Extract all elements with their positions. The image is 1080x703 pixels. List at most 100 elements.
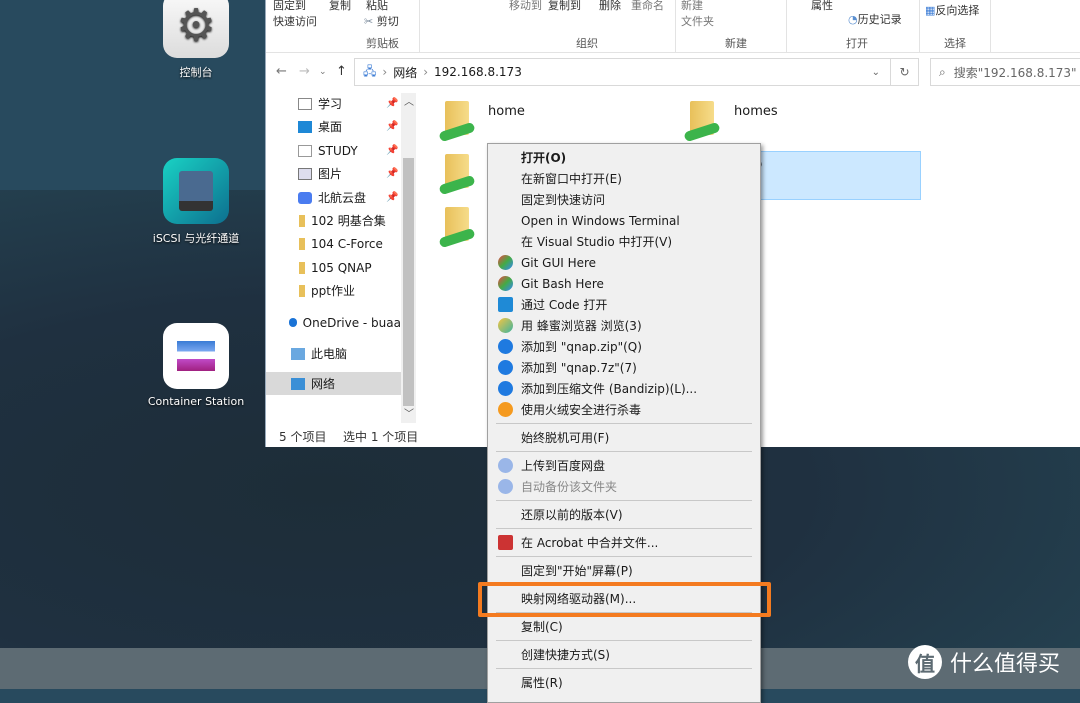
search-icon: ⌕	[939, 64, 946, 79]
pin-icon: 📌	[386, 121, 399, 132]
menu-separator	[496, 528, 752, 529]
folder-name[interactable]: home	[488, 104, 525, 119]
folder-name[interactable]: homes	[734, 104, 778, 119]
paste-button[interactable]: 粘贴	[366, 0, 388, 13]
menu-item-label: 在新窗口中打开(E)	[521, 172, 622, 186]
container-station-icon	[163, 323, 229, 389]
nav-item-folder-102[interactable]: 102 明基合集	[266, 209, 401, 232]
menu-item-label: 自动备份该文件夹	[521, 480, 618, 494]
menu-item[interactable]: 上传到百度网盘	[488, 455, 760, 476]
menu-item[interactable]: 添加到压缩文件 (Bandizip)(L)...	[488, 378, 760, 399]
history-icon: ◔	[848, 13, 858, 26]
nav-item-folder-104[interactable]: 104 C-Force	[266, 232, 401, 255]
folder-icon	[299, 237, 305, 250]
menu-item[interactable]: Git Bash Here	[488, 273, 760, 294]
back-arrow-icon[interactable]: ←	[276, 64, 287, 79]
menu-item-label: 固定到"开始"屏幕(P)	[521, 564, 633, 578]
menu-item[interactable]: 还原以前的版本(V)	[488, 504, 760, 525]
pin-quick-access-button[interactable]: 固定到 快速访问	[273, 0, 317, 29]
network-folder-icon[interactable]	[683, 101, 722, 147]
menu-item[interactable]: 在 Acrobat 中合并文件...	[488, 532, 760, 553]
invert-selection-icon: ▦	[925, 4, 936, 17]
breadcrumb-network[interactable]: 网络	[393, 64, 417, 81]
nav-item-onedrive[interactable]: OneDrive - buaa	[266, 311, 401, 334]
nav-item-folder-105[interactable]: 105 QNAP	[266, 256, 401, 279]
nav-item-study[interactable]: STUDY 📌	[266, 139, 401, 162]
menu-item[interactable]: 使用火绒安全进行杀毒	[488, 399, 760, 420]
menu-item[interactable]: 在新窗口中打开(E)	[488, 168, 760, 189]
network-folder-icon[interactable]	[438, 101, 477, 147]
baidu-icon	[498, 458, 513, 473]
vscode-icon	[498, 297, 513, 312]
menu-item[interactable]: 复制(C)	[488, 616, 760, 637]
menu-item-label: 通过 Code 打开	[521, 298, 608, 312]
desktop-icon-container-station[interactable]: Container Station	[141, 323, 251, 408]
watermark-text: 什么值得买	[950, 652, 1061, 677]
desktop-icon-label: Container Station	[147, 395, 245, 408]
address-bar[interactable]: 🖧 › 网络 › 192.168.8.173 ⌄	[354, 58, 891, 86]
menu-item[interactable]: Open in Windows Terminal	[488, 210, 760, 231]
menu-item[interactable]: 添加到 "qnap.zip"(Q)	[488, 336, 760, 357]
group-clipboard: 剪贴板	[366, 37, 399, 50]
group-organize: 组织	[576, 37, 598, 50]
menu-item[interactable]: 属性(R)	[488, 672, 760, 693]
refresh-button[interactable]: ↻	[891, 58, 919, 86]
menu-item-label: 上传到百度网盘	[521, 459, 606, 473]
menu-separator	[496, 423, 752, 424]
copy-to-button[interactable]: 复制到	[548, 0, 581, 13]
menu-item[interactable]: 在 Visual Studio 中打开(V)	[488, 231, 760, 252]
network-folder-icon[interactable]	[438, 207, 477, 253]
group-open: 打开	[846, 37, 868, 50]
nav-item-study-cn[interactable]: 学习 📌	[266, 92, 401, 115]
address-dropdown-icon[interactable]: ⌄	[872, 67, 880, 78]
nav-item-ppt[interactable]: ppt作业	[266, 279, 401, 302]
scissors-icon: ✂	[364, 15, 374, 28]
bandizip-icon	[498, 339, 513, 354]
menu-item[interactable]: 打开(O)	[488, 147, 760, 168]
nav-scrollbar-thumb[interactable]	[403, 158, 414, 406]
menu-item[interactable]: 固定到"开始"屏幕(P)	[488, 560, 760, 581]
menu-separator	[496, 668, 752, 669]
network-icon: 🖧	[363, 63, 377, 78]
new-folder-button[interactable]: 新建 文件夹	[681, 0, 714, 29]
copy-button[interactable]: 复制	[329, 0, 351, 13]
nav-item-network[interactable]: 网络	[266, 372, 401, 395]
menu-item[interactable]: 始终脱机可用(F)	[488, 427, 760, 448]
menu-item-label: 打开(O)	[521, 151, 567, 165]
nav-item-buaa-cloud[interactable]: 北航云盘 📌	[266, 186, 401, 209]
menu-item-label: 添加到 "qnap.zip"(Q)	[521, 340, 642, 354]
up-arrow-icon[interactable]: ↑	[336, 64, 347, 79]
desktop-icon-iscsi[interactable]: iSCSI 与光纤通道	[141, 158, 251, 246]
navigation-pane: 学习 📌 桌面 📌 STUDY 📌 图片 📌 北航云盘 📌 102 明基合集 104 C-…	[266, 93, 401, 423]
watermark: 值 什么值得买	[908, 645, 1060, 679]
menu-item[interactable]: 添加到 "qnap.7z"(7)	[488, 357, 760, 378]
network-folder-icon[interactable]	[438, 154, 477, 200]
nav-item-pictures[interactable]: 图片 📌	[266, 162, 401, 185]
scroll-down-icon[interactable]: ﹀	[404, 405, 414, 420]
breadcrumb-host[interactable]: 192.168.8.173	[434, 65, 522, 79]
nav-item-this-pc[interactable]: 此电脑	[266, 342, 401, 365]
scroll-up-icon[interactable]: ︿	[404, 93, 414, 108]
rename-button[interactable]: 重命名	[631, 0, 664, 13]
menu-item[interactable]: 通过 Code 打开	[488, 294, 760, 315]
menu-item-label: Git Bash Here	[521, 276, 604, 291]
menu-item[interactable]: Git GUI Here	[488, 252, 760, 273]
folder-icon	[299, 261, 305, 274]
move-to-button[interactable]: 移动到	[509, 0, 542, 13]
pin-icon: 📌	[386, 168, 399, 179]
menu-item[interactable]: 固定到快速访问	[488, 189, 760, 210]
delete-button[interactable]: 删除	[599, 0, 621, 13]
recent-chevron-icon[interactable]: ⌄	[319, 67, 327, 77]
forward-arrow-icon[interactable]: →	[299, 64, 310, 79]
menu-item[interactable]: 创建快捷方式(S)	[488, 644, 760, 665]
refresh-icon: ↻	[899, 65, 910, 79]
cut-button[interactable]: ✂ 剪切	[364, 13, 399, 29]
menu-item-label: 在 Acrobat 中合并文件...	[521, 536, 659, 550]
properties-button[interactable]: 属性	[811, 0, 833, 13]
nav-item-desktop[interactable]: 桌面 📌	[266, 115, 401, 138]
search-input[interactable]: ⌕ 搜索"192.168.8.173"	[930, 58, 1080, 86]
invert-selection-button[interactable]: ▦反向选择	[925, 2, 979, 18]
history-button[interactable]: ◔历史记录	[848, 11, 902, 27]
menu-item[interactable]: 用 蜂蜜浏览器 浏览(3)	[488, 315, 760, 336]
desktop-icon-control-panel[interactable]: ⚙ 控制台	[141, 0, 251, 80]
